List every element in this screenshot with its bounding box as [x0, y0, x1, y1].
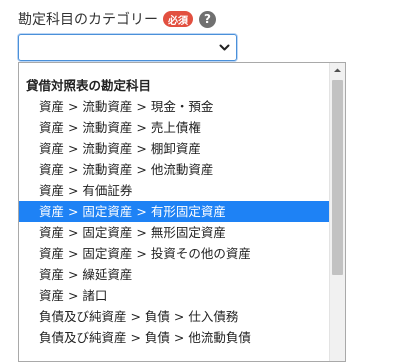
dropdown-option[interactable]: 負債及び純資産 > 負債 > 他流動負債: [19, 327, 329, 348]
field-label-text: 勘定科目のカテゴリー: [18, 12, 158, 28]
help-icon[interactable]: ?: [199, 10, 216, 28]
dropdown-option[interactable]: 資産 > 流動資産 > 棚卸資産: [19, 138, 329, 159]
scroll-thumb[interactable]: [332, 80, 343, 275]
option-group-header: 貸借対照表の勘定科目: [26, 78, 152, 93]
dropdown-option[interactable]: 資産 > 諸口: [19, 285, 329, 306]
chevron-down-icon: [219, 44, 230, 51]
category-dropdown-list[interactable]: 貸借対照表の勘定科目 資産 > 流動資産 > 現金・預金 資産 > 流動資産 > …: [18, 62, 346, 362]
scroll-up-arrow-icon[interactable]: [330, 63, 345, 78]
scrollbar[interactable]: [329, 63, 345, 361]
dropdown-option[interactable]: 資産 > 流動資産 > 現金・預金: [19, 96, 329, 117]
dropdown-option[interactable]: 資産 > 有価証券: [19, 180, 329, 201]
field-label: 勘定科目のカテゴリー 必須 ?: [18, 8, 216, 30]
required-badge: 必須: [163, 11, 193, 27]
dropdown-option[interactable]: 資産 > 流動資産 > 売上債権: [19, 117, 329, 138]
option-list: 貸借対照表の勘定科目 資産 > 流動資産 > 現金・預金 資産 > 流動資産 > …: [19, 75, 329, 348]
dropdown-option[interactable]: 資産 > 固定資産 > 無形固定資産: [19, 222, 329, 243]
dropdown-option[interactable]: 資産 > 固定資産 > 投資その他の資産: [19, 243, 329, 264]
dropdown-option[interactable]: 資産 > 固定資産 > 有形固定資産: [19, 201, 329, 222]
dropdown-option[interactable]: 負債及び純資産 > 負債 > 仕入債務: [19, 306, 329, 327]
dropdown-option[interactable]: 資産 > 流動資産 > 他流動資産: [19, 159, 329, 180]
category-select[interactable]: [18, 34, 237, 61]
dropdown-option[interactable]: 資産 > 繰延資産: [19, 264, 329, 285]
